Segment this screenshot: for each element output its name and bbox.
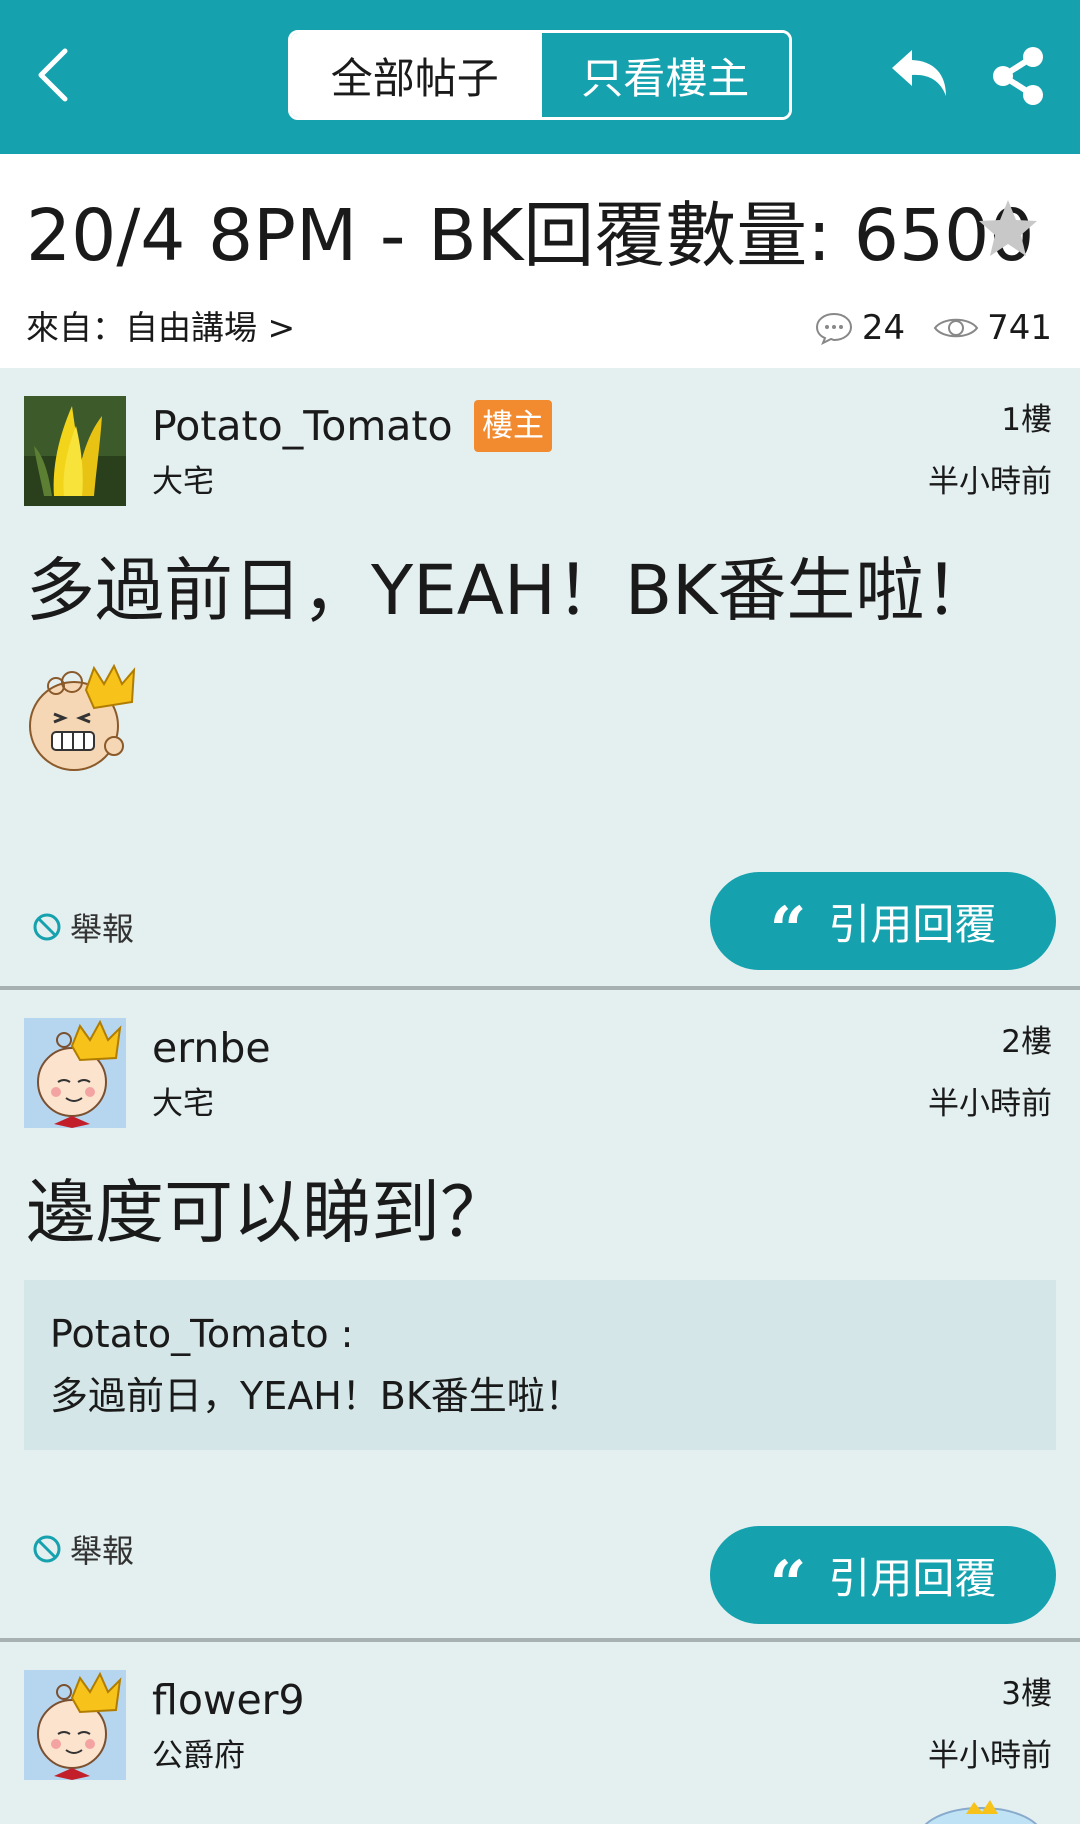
prohibited-icon <box>32 1534 62 1564</box>
username[interactable]: ernbe <box>152 1022 271 1074</box>
avatar[interactable] <box>24 1018 126 1128</box>
quote-icon: “ <box>769 1547 807 1622</box>
user-rank: 公爵府 <box>152 1738 245 1774</box>
emoji-king-laugh <box>29 663 136 771</box>
report-label: 舉報 <box>70 910 135 948</box>
emoji-partial <box>924 1800 1038 1824</box>
floor-number: 1樓 <box>1001 402 1052 438</box>
op-badge: 樓主 <box>474 400 552 452</box>
prohibited-icon <box>32 912 62 942</box>
user-rank: 大宅 <box>152 1086 214 1122</box>
post-1: Potato_Tomato 樓主 大宅 1樓 半小時前 多過前日，YEAH！BK… <box>0 368 1080 988</box>
report-button[interactable]: 舉報 <box>32 904 134 950</box>
thread-header: 20/4 8PM - BK回覆數量: 6500 來自：自由講場 > 24 741 <box>0 154 1080 368</box>
avatar[interactable] <box>24 1670 126 1780</box>
thread-title: 20/4 8PM - BK回覆數量: 6500 <box>26 194 1035 277</box>
username[interactable]: Potato_Tomato <box>152 400 453 452</box>
quote-reply-label: 引用回覆 <box>828 899 997 949</box>
post-content: 多過前日，YEAH！BK番生啦！ <box>26 551 994 631</box>
thread-stats: 24 741 <box>814 306 1052 350</box>
back-button[interactable] <box>18 40 88 110</box>
username[interactable]: flower9 <box>152 1674 305 1726</box>
view-filter-segmented-control: 全部帖子 只看樓主 <box>288 30 792 120</box>
back-icon <box>38 48 68 102</box>
quoted-text: 多過前日，YEAH！BK番生啦！ <box>50 1374 583 1418</box>
view-count: 741 <box>987 308 1052 348</box>
quote-reply-button[interactable]: “ 引用回覆 <box>710 1526 1056 1624</box>
post-time: 半小時前 <box>928 464 1052 500</box>
forum-source-link[interactable]: 來自：自由講場 > <box>26 306 295 350</box>
report-label: 舉報 <box>70 1532 135 1570</box>
post-3: flower9 公爵府 3樓 半小時前 <box>0 1642 1080 1824</box>
star-icon[interactable] <box>976 196 1040 260</box>
quote-reply-button[interactable]: “ 引用回覆 <box>710 872 1056 970</box>
reply-button[interactable] <box>880 38 960 110</box>
floor-number: 3樓 <box>1001 1676 1052 1712</box>
floor-number: 2樓 <box>1001 1024 1052 1060</box>
top-bar: 全部帖子 只看樓主 <box>0 0 1080 154</box>
post-time: 半小時前 <box>928 1738 1052 1774</box>
post-time: 半小時前 <box>928 1086 1052 1122</box>
post-content: 邊度可以睇到？ <box>26 1173 509 1253</box>
avatar[interactable] <box>24 396 126 506</box>
report-button[interactable]: 舉報 <box>32 1526 134 1572</box>
comment-icon <box>814 311 854 345</box>
post-2: ernbe 大宅 2樓 半小時前 邊度可以睇到？ Potato_Tomato :… <box>0 990 1080 1640</box>
eye-icon <box>933 313 979 343</box>
reply-count: 24 <box>861 308 906 348</box>
user-rank: 大宅 <box>152 464 214 500</box>
tab-op-only[interactable]: 只看樓主 <box>538 33 789 117</box>
share-icon <box>993 47 1043 105</box>
quote-icon: “ <box>769 893 807 968</box>
quote-reply-label: 引用回覆 <box>828 1553 997 1603</box>
reply-icon <box>892 50 946 96</box>
quoted-author: Potato_Tomato : <box>50 1312 354 1356</box>
tab-all-posts[interactable]: 全部帖子 <box>291 33 539 117</box>
quoted-post: Potato_Tomato : 多過前日，YEAH！BK番生啦！ <box>24 1280 1056 1450</box>
share-button[interactable] <box>986 40 1050 112</box>
